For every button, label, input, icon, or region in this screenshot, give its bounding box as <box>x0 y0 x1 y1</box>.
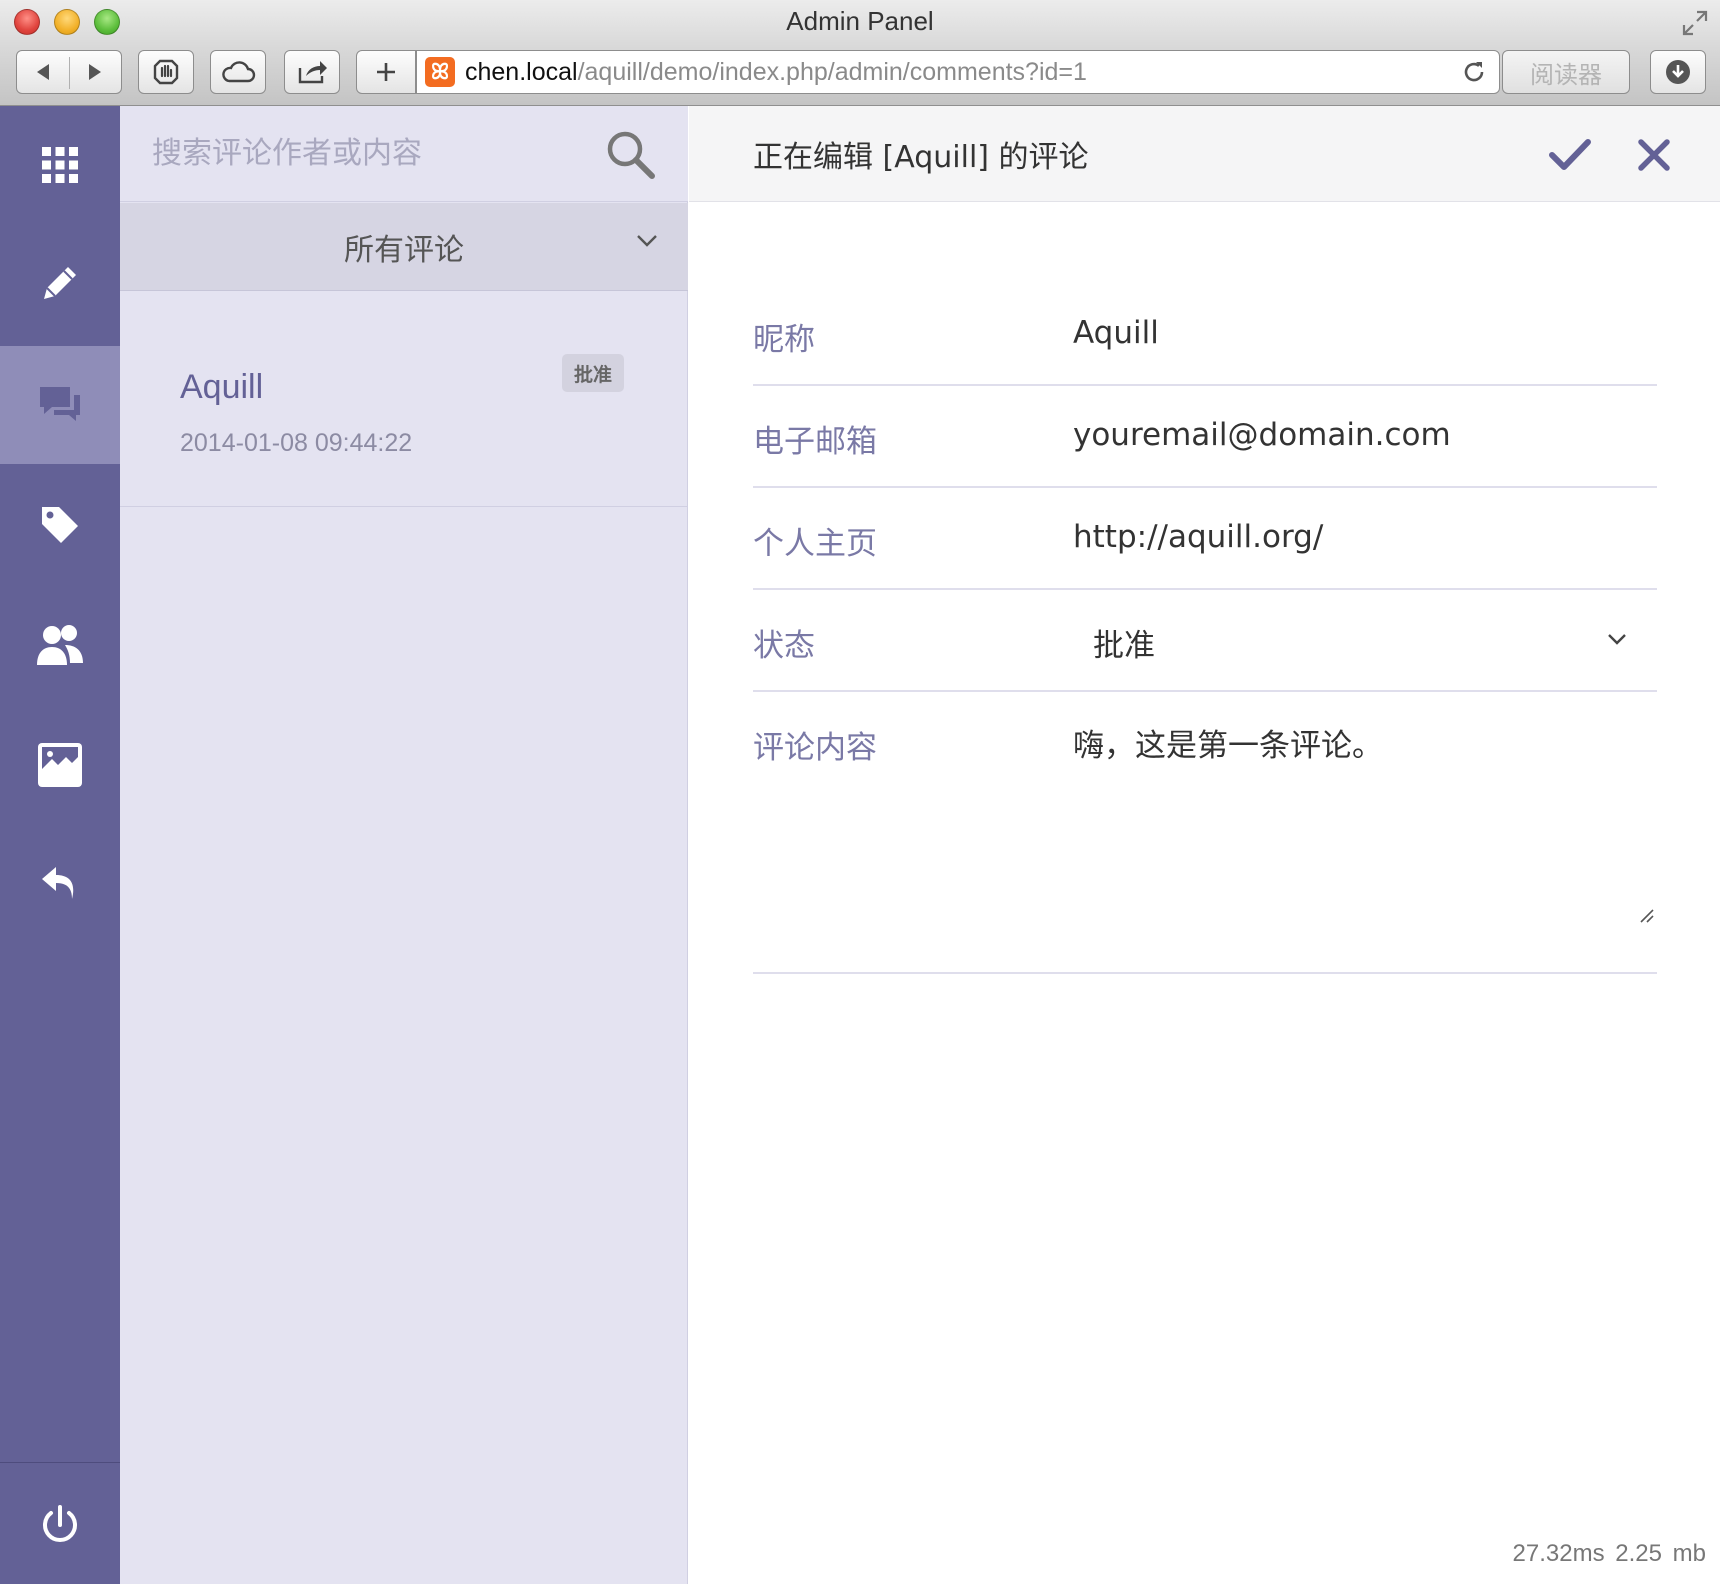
homepage-field[interactable] <box>1073 514 1633 560</box>
sidebar-divider <box>0 1462 120 1463</box>
cancel-button[interactable] <box>1629 130 1679 180</box>
privacy-button[interactable] <box>138 50 194 94</box>
email-row: 电子邮箱 <box>753 386 1657 488</box>
status-select[interactable]: 批准 <box>1093 620 1155 665</box>
users-icon <box>37 625 83 665</box>
sidebar-item-dashboard[interactable] <box>0 106 120 224</box>
page-title: 正在编辑 [Aquill] 的评论 <box>753 140 1089 175</box>
filter-label: 所有评论 <box>344 232 464 268</box>
content-textarea[interactable]: 嗨，这是第一条评论。 <box>1073 720 1653 920</box>
comments-icon <box>40 387 80 421</box>
comment-filter-select[interactable]: 所有评论 <box>120 203 688 291</box>
resize-grip-icon[interactable] <box>1639 908 1655 928</box>
homepage-row: 个人主页 <box>753 488 1657 590</box>
sidebar-item-media[interactable] <box>0 706 120 824</box>
grid-icon <box>42 147 78 183</box>
share-icon <box>298 61 327 84</box>
plus-icon <box>377 63 395 81</box>
list-item[interactable]: Aquill 2014-01-08 09:44:22 批准 <box>120 292 688 507</box>
fullscreen-icon[interactable] <box>1680 8 1710 38</box>
chevron-down-icon <box>1607 630 1627 649</box>
memory-usage: 2.25 mb <box>1615 1540 1706 1567</box>
comment-editor: 正在编辑 [Aquill] 的评论 昵称 电子邮箱 个人主页 状态 批准 <box>689 106 1720 1584</box>
sidebar-item-comments[interactable] <box>0 346 120 464</box>
content-label: 评论内容 <box>753 730 877 766</box>
nickname-field[interactable] <box>1073 310 1633 356</box>
chevron-down-icon <box>636 233 658 252</box>
window-title: Admin Panel <box>786 6 934 36</box>
nickname-label: 昵称 <box>753 322 815 358</box>
cloud-icon <box>222 61 256 83</box>
back-arrow-icon <box>42 867 74 899</box>
address-bar[interactable]: ꕤ chen.local/aquill/demo/index.php/admin… <box>416 50 1500 94</box>
sidebar-item-back[interactable] <box>0 826 120 944</box>
sidebar-item-users[interactable] <box>0 586 120 704</box>
power-icon <box>43 1505 77 1542</box>
window-titlebar: Admin Panel <box>0 0 1720 46</box>
performance-stats: 27.32ms 2.25 mb <box>1513 1540 1706 1568</box>
email-field[interactable] <box>1073 412 1633 458</box>
render-time: 27.32ms <box>1512 1540 1605 1567</box>
editor-header: 正在编辑 [Aquill] 的评论 <box>689 106 1720 202</box>
download-icon <box>1666 60 1690 84</box>
reload-icon[interactable] <box>1461 59 1487 89</box>
sidebar <box>0 106 120 1584</box>
image-icon <box>38 743 82 787</box>
status-label: 状态 <box>753 628 815 664</box>
search-icon[interactable] <box>604 128 658 186</box>
site-favicon-icon: ꕤ <box>425 57 455 87</box>
comment-list-pane: 所有评论 Aquill 2014-01-08 09:44:22 批准 <box>120 106 688 1584</box>
back-button[interactable] <box>17 51 69 93</box>
content-row: 评论内容 嗨，这是第一条评论。 <box>753 692 1657 974</box>
checkmark-icon <box>1549 139 1591 170</box>
downloads-button[interactable] <box>1650 50 1706 94</box>
logout-button[interactable] <box>0 1466 120 1584</box>
reader-button[interactable]: 阅读器 <box>1502 50 1630 94</box>
url-text[interactable]: chen.local/aquill/demo/index.php/admin/c… <box>465 58 1087 87</box>
search-input[interactable] <box>152 128 592 178</box>
save-button[interactable] <box>1545 130 1595 180</box>
browser-toolbar: ꕤ chen.local/aquill/demo/index.php/admin… <box>0 46 1720 106</box>
history-nav <box>16 50 122 94</box>
comment-author: Aquill <box>180 368 264 406</box>
icloud-tabs-button[interactable] <box>210 50 266 94</box>
comment-date: 2014-01-08 09:44:22 <box>180 429 413 457</box>
hand-stop-icon <box>153 59 179 85</box>
share-button[interactable] <box>284 50 340 94</box>
admin-app: 所有评论 Aquill 2014-01-08 09:44:22 批准 正在编辑 … <box>0 106 1720 1584</box>
new-tab-button[interactable] <box>356 50 416 94</box>
homepage-label: 个人主页 <box>753 526 877 562</box>
forward-triangle-icon <box>89 64 101 80</box>
nickname-row: 昵称 <box>753 284 1657 386</box>
search-bar <box>120 106 688 202</box>
pencil-icon <box>44 267 76 299</box>
close-icon <box>1638 139 1670 171</box>
sidebar-item-posts[interactable] <box>0 224 120 342</box>
forward-button[interactable] <box>69 51 121 93</box>
status-row: 状态 批准 <box>753 590 1657 692</box>
sidebar-item-tags[interactable] <box>0 466 120 584</box>
email-label: 电子邮箱 <box>753 424 877 460</box>
back-triangle-icon <box>37 64 49 80</box>
status-badge: 批准 <box>562 354 625 392</box>
tag-icon <box>42 507 78 543</box>
url-host: chen.local <box>465 57 578 86</box>
url-path: /aquill/demo/index.php/admin/comments?id… <box>577 57 1087 86</box>
